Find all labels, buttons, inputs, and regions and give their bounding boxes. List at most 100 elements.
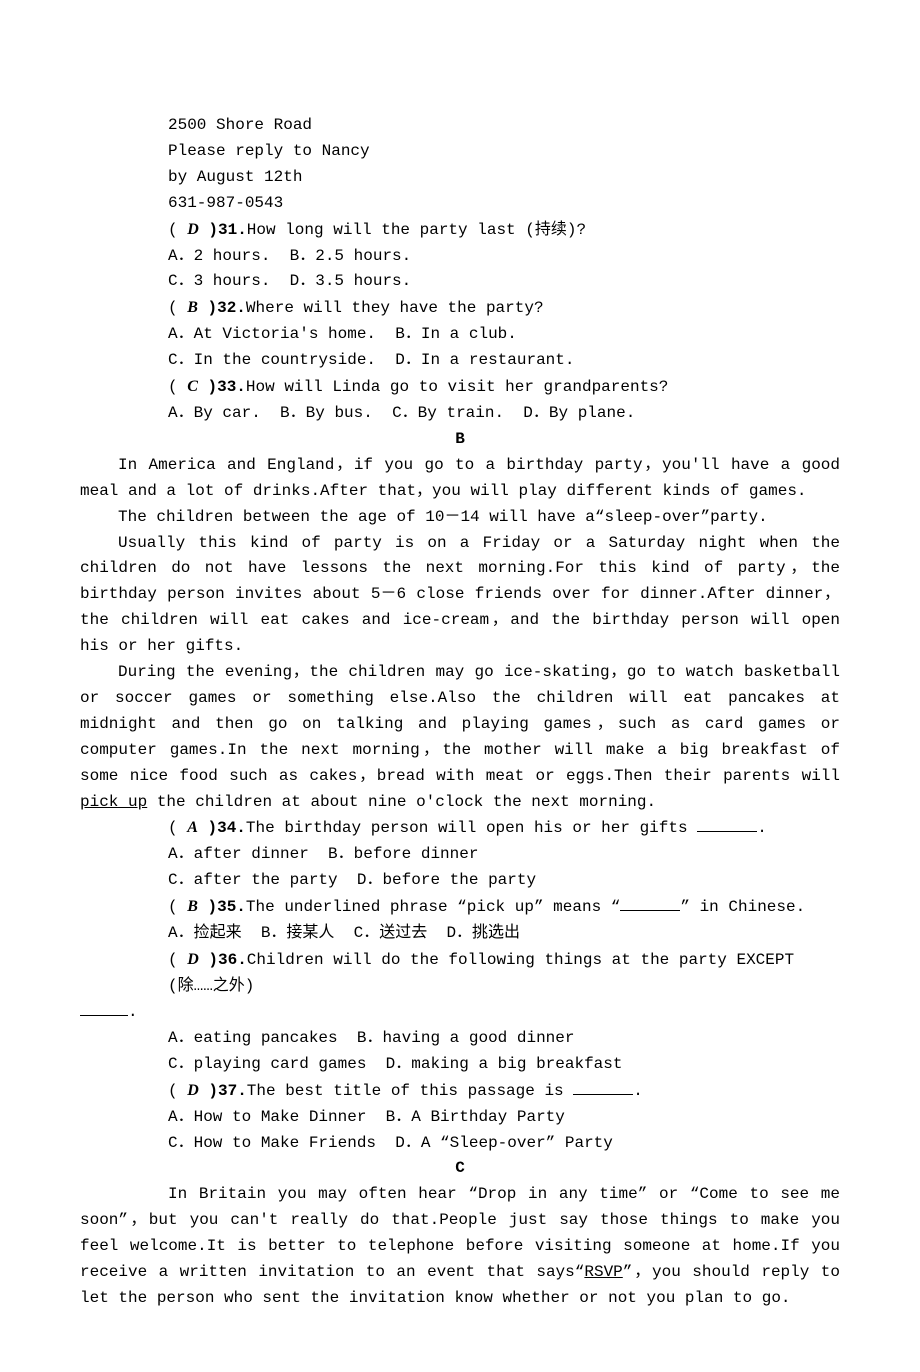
- blank-35: [620, 895, 680, 911]
- q36-c: C．playing card games: [168, 1055, 366, 1073]
- section-b-p3: Usually this kind of party is on a Frida…: [80, 531, 840, 661]
- paren-open: (: [168, 299, 178, 317]
- q37-a: A．How to Make Dinner: [168, 1108, 366, 1126]
- q32-options-row1: A．At Victoria's home. B．In a club.: [80, 322, 840, 348]
- section-b-p4a: During the evening，the children may go i…: [80, 663, 840, 785]
- q33-d: D．By plane.: [523, 404, 635, 422]
- q36-d: D．making a big breakfast: [386, 1055, 623, 1073]
- qnum-37: )37.: [208, 1082, 246, 1100]
- q35-options: A．捡起来 B．接某人 C．送过去 D．挑选出: [80, 921, 840, 947]
- question-36: ( D )36.Children will do the following t…: [80, 947, 840, 1000]
- q33-options: A．By car. B．By bus. C．By train. D．By pla…: [80, 401, 840, 427]
- answer-37: D: [187, 1082, 199, 1099]
- q32-options-row2: C．In the countryside. D．In a restaurant.: [80, 348, 840, 374]
- qnum-32: )32.: [208, 299, 246, 317]
- answer-36: D: [187, 951, 199, 968]
- q31-a: A．2 hours.: [168, 247, 270, 265]
- q36-options-row2: C．playing card games D．making a big brea…: [80, 1052, 840, 1078]
- qnum-34: )34.: [208, 819, 246, 837]
- paren-open: (: [168, 898, 178, 916]
- section-b-heading: B: [80, 427, 840, 453]
- q37-options-row1: A．How to Make Dinner B．A Birthday Party: [80, 1105, 840, 1131]
- blank-34: [697, 816, 757, 832]
- paren-open: (: [168, 1082, 178, 1100]
- intro-line-3: by August 12th: [80, 165, 840, 191]
- question-31: ( D )31.How long will the party last (持续…: [80, 217, 840, 244]
- q36-a: A．eating pancakes: [168, 1029, 338, 1047]
- q34-a: A．after dinner: [168, 845, 309, 863]
- q33-b: B．By bus.: [280, 404, 373, 422]
- q31-d: D．3.5 hours.: [290, 272, 412, 290]
- q35-c: C．送过去: [354, 924, 428, 942]
- question-32: ( B )32.Where will they have the party?: [80, 295, 840, 322]
- qtext-34: The birthday person will open his or her…: [246, 819, 697, 837]
- q37-d: D．A “Sleep-over” Party: [395, 1134, 613, 1152]
- q32-c: C．In the countryside.: [168, 351, 376, 369]
- answer-32: B: [187, 299, 198, 316]
- q34-options-row1: A．after dinner B．before dinner: [80, 842, 840, 868]
- q34-c: C．after the party: [168, 871, 338, 889]
- q37-options-row2: C．How to Make Friends D．A “Sleep-over” P…: [80, 1131, 840, 1157]
- qtext-32: Where will they have the party?: [246, 299, 544, 317]
- question-35: ( B )35.The underlined phrase “pick up” …: [80, 894, 840, 921]
- answer-34: A: [187, 819, 198, 836]
- qnum-31: )31.: [208, 221, 246, 239]
- q35-a: A．捡起来: [168, 924, 242, 942]
- q32-a: A．At Victoria's home.: [168, 325, 376, 343]
- paren-open: (: [168, 378, 178, 396]
- paren-open: (: [168, 819, 178, 837]
- qtext-35: The underlined phrase “pick up” means “: [246, 898, 620, 916]
- intro-line-2: Please reply to Nancy: [80, 139, 840, 165]
- section-b-p4: During the evening，the children may go i…: [80, 660, 840, 815]
- intro-line-1: 2500 Shore Road: [80, 113, 840, 139]
- blank-36: [80, 1000, 128, 1016]
- q32-b: B．In a club.: [395, 325, 517, 343]
- section-c-p1u: RSVP: [584, 1263, 622, 1281]
- section-c-p1: In Britain you may often hear “Drop in a…: [80, 1182, 840, 1312]
- section-b-p2: The children between the age of 10－14 wi…: [80, 505, 840, 531]
- q34-d: D．before the party: [357, 871, 536, 889]
- q35-b: B．接某人: [261, 924, 335, 942]
- qnum-35: )35.: [208, 898, 246, 916]
- q34-b: B．before dinner: [328, 845, 478, 863]
- q35-d: D．挑选出: [446, 924, 520, 942]
- qtail-37: .: [633, 1082, 643, 1100]
- section-b-p4b: the children at about nine o'clock the n…: [147, 793, 656, 811]
- q31-b: B．2.5 hours.: [290, 247, 412, 265]
- section-b-p1: In America and England，if you go to a bi…: [80, 453, 840, 505]
- qnum-36: )36.: [208, 951, 246, 969]
- q32-d: D．In a restaurant.: [395, 351, 574, 369]
- q31-options-row2: C．3 hours. D．3.5 hours.: [80, 269, 840, 295]
- page-content: 2500 Shore Road Please reply to Nancy by…: [0, 0, 920, 1372]
- q33-a: A．By car.: [168, 404, 261, 422]
- q37-c: C．How to Make Friends: [168, 1134, 376, 1152]
- qtext-37: The best title of this passage is: [247, 1082, 573, 1100]
- answer-35: B: [187, 898, 198, 915]
- intro-line-4: 631-987-0543: [80, 191, 840, 217]
- q33-c: C．By train.: [392, 404, 504, 422]
- q36-blank-line: .: [80, 1000, 840, 1026]
- q37-b: B．A Birthday Party: [386, 1108, 565, 1126]
- paren-open: (: [168, 951, 178, 969]
- qtail-35: ” in Chinese.: [680, 898, 805, 916]
- section-c-heading: C: [80, 1156, 840, 1182]
- paren-open: (: [168, 221, 178, 239]
- answer-33: C: [187, 378, 198, 395]
- answer-31: D: [187, 221, 199, 238]
- q36-b: B．having a good dinner: [357, 1029, 575, 1047]
- q31-options-row1: A．2 hours. B．2.5 hours.: [80, 244, 840, 270]
- qtext-33: How will Linda go to visit her grandpare…: [246, 378, 668, 396]
- q31-c: C．3 hours.: [168, 272, 270, 290]
- qtail-34: .: [757, 819, 767, 837]
- qtext-31: How long will the party last (持续)?: [247, 221, 586, 239]
- question-37: ( D )37.The best title of this passage i…: [80, 1078, 840, 1105]
- blank-37: [573, 1079, 633, 1095]
- section-b-p4u: pick up: [80, 793, 147, 811]
- q36-options-row1: A．eating pancakes B．having a good dinner: [80, 1026, 840, 1052]
- question-34: ( A )34.The birthday person will open hi…: [80, 815, 840, 842]
- qtail-36: .: [128, 1003, 138, 1021]
- q34-options-row2: C．after the party D．before the party: [80, 868, 840, 894]
- question-33: ( C )33.How will Linda go to visit her g…: [80, 374, 840, 401]
- qnum-33: )33.: [208, 378, 246, 396]
- qtext-36: Children will do the following things at…: [168, 951, 794, 995]
